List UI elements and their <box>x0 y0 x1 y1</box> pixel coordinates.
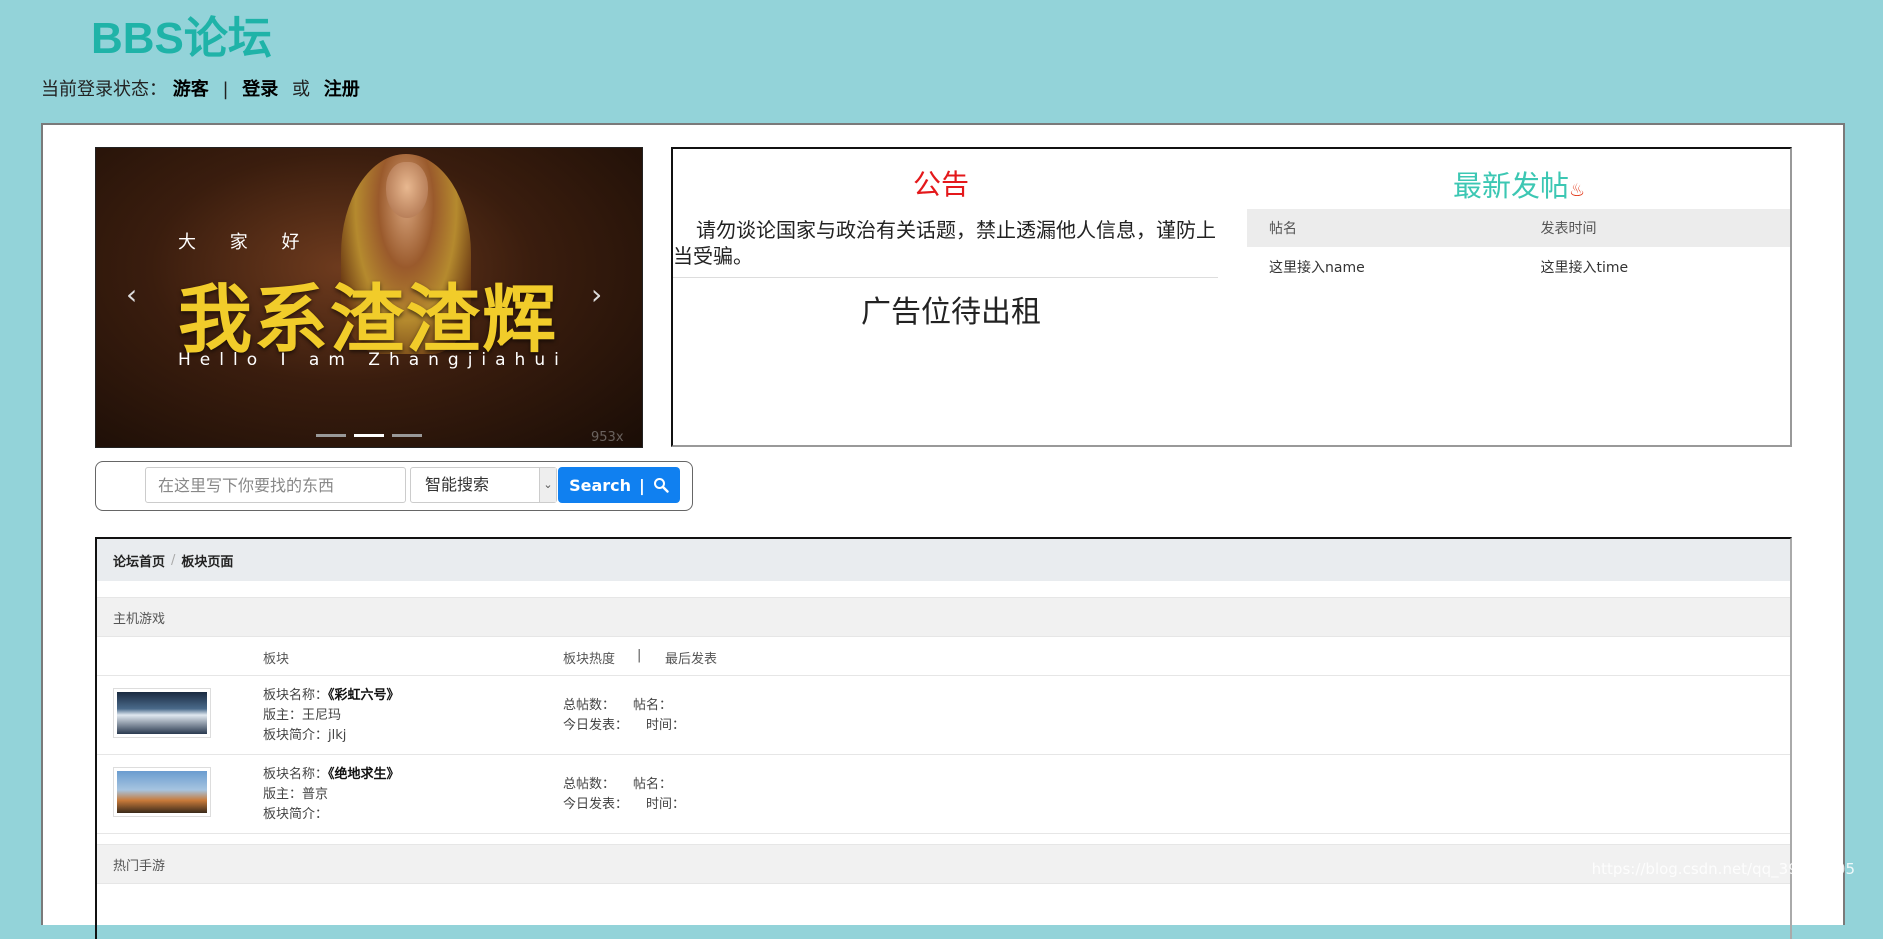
page-watermark: https://blog.csdn.net/qq_39248005 <box>1591 860 1855 878</box>
board-stats: 总帖数： 帖名： 今日发表： 时间： <box>563 775 685 815</box>
carousel-indicator-1[interactable] <box>316 434 346 437</box>
site-title: BBS论坛 <box>91 14 272 63</box>
post-time-label: 时间： <box>646 797 686 812</box>
notice-divider <box>673 277 1218 278</box>
fire-icon: ♨ <box>1569 180 1586 201</box>
search-button-separator: | <box>639 475 645 495</box>
login-link[interactable]: 登录 <box>242 79 278 100</box>
banner-greeting: 大 家 好 <box>178 232 314 253</box>
board-name-label: 板块名称： <box>263 767 329 782</box>
post-name-label: 帖名： <box>633 777 673 792</box>
moderator-name: 王尼玛 <box>302 708 342 723</box>
board-thumbnail[interactable] <box>113 688 211 738</box>
category-header: 热门手游 <box>97 844 1790 884</box>
total-posts-label: 总帖数： <box>563 777 616 792</box>
moderator-label: 版主： <box>263 787 303 802</box>
notice-title: 公告 <box>913 168 970 201</box>
search-button[interactable]: Search | <box>558 467 680 503</box>
column-header-last-post: 最后发表 <box>665 652 718 667</box>
breadcrumb-current: 板块页面 <box>181 554 234 570</box>
main-container: 大 家 好 我系渣渣辉 Hello I am Zhangjiahui ‹ › 9… <box>41 123 1845 939</box>
table-row[interactable]: 板块名称：《绝地求生》 版主：普京 板块简介： 总帖数： 帖名： 今日发表： 时间： <box>97 755 1790 834</box>
table-row[interactable]: 这里接入name 这里接入time <box>1247 247 1790 287</box>
banner-carousel[interactable]: 大 家 好 我系渣渣辉 Hello I am Zhangjiahui ‹ › 9… <box>95 147 643 448</box>
login-status-label: 当前登录状态： <box>41 79 167 100</box>
table-row[interactable]: 板块名称：《彩虹六号》 版主：王尼玛 板块简介：jlkj 总帖数： 帖名： 今日发… <box>97 676 1790 755</box>
post-name-cell[interactable]: 这里接入name <box>1247 247 1519 287</box>
post-name-label: 帖名： <box>633 698 673 713</box>
search-bar: 智能搜索 ⌄ Search | <box>95 461 693 511</box>
total-posts-label: 总帖数： <box>563 698 616 713</box>
column-header-separator: | <box>637 648 642 663</box>
column-header-post-time: 发表时间 <box>1518 209 1790 247</box>
search-mode-value: 智能搜索 <box>425 475 490 494</box>
carousel-indicators <box>316 434 422 437</box>
carousel-indicator-3[interactable] <box>392 434 422 437</box>
today-posts-label: 今日发表： <box>563 718 629 733</box>
breadcrumb-separator: / <box>171 552 176 568</box>
carousel-next-icon[interactable]: › <box>591 278 602 311</box>
carousel-prev-icon[interactable]: ‹ <box>126 278 137 311</box>
board-info: 板块名称：《绝地求生》 版主：普京 板块简介： <box>263 765 400 825</box>
latest-posts-table: 帖名 发表时间 这里接入name 这里接入time <box>1247 209 1790 287</box>
or-text: 或 <box>292 79 311 100</box>
login-status-bar: 当前登录状态： 游客 | 登录 或 注册 <box>41 75 360 101</box>
notice-panel: 公告 请勿谈论国家与政治有关话题，禁止透漏他人信息，谨防上当受骗。 广告位待出租… <box>671 147 1792 447</box>
column-header-board: 板块 <box>263 652 290 667</box>
breadcrumb-home[interactable]: 论坛首页 <box>113 551 165 570</box>
board-intro-label: 板块简介： <box>263 728 329 743</box>
table-header-row: 帖名 发表时间 <box>1247 209 1790 247</box>
board-intro: jlkj <box>328 728 347 743</box>
latest-posts-label: 最新发帖 <box>1453 169 1570 203</box>
column-header-post-name: 帖名 <box>1247 209 1519 247</box>
category-header: 主机游戏 <box>97 597 1790 637</box>
ad-placeholder: 广告位待出租 <box>861 295 1041 330</box>
board-thumbnail[interactable] <box>113 767 211 817</box>
post-time-label: 时间： <box>646 718 686 733</box>
breadcrumb: 论坛首页 / 板块页面 <box>97 539 1790 581</box>
board-stats: 总帖数： 帖名： 今日发表： 时间： <box>563 696 685 736</box>
guest-status: 游客 <box>172 79 209 100</box>
board-panel: 论坛首页 / 板块页面 主机游戏 板块 板块热度 | 最后发表 板块名称：《彩虹… <box>95 537 1792 939</box>
banner-subline: Hello I am Zhangjiahui <box>178 350 568 370</box>
column-header-heat: 板块热度 <box>563 652 616 667</box>
banner-face <box>386 162 428 218</box>
board-info: 板块名称：《彩虹六号》 版主：王尼玛 板块简介：jlkj <box>263 686 400 746</box>
board-name[interactable]: 《绝地求生》 <box>328 767 400 782</box>
search-button-label: Search <box>569 475 632 495</box>
latest-posts-title: 最新发帖♨ <box>1453 163 1585 205</box>
board-table-header: 板块 板块热度 | 最后发表 <box>97 637 1790 676</box>
moderator-label: 版主： <box>263 708 303 723</box>
post-time-cell: 这里接入time <box>1540 260 1629 276</box>
search-icon <box>653 478 669 493</box>
carousel-indicator-2[interactable] <box>354 434 384 437</box>
notice-text: 请勿谈论国家与政治有关话题，禁止透漏他人信息，谨防上当受骗。 <box>673 218 1216 268</box>
today-posts-label: 今日发表： <box>563 797 629 812</box>
search-mode-select[interactable]: 智能搜索 ⌄ <box>410 467 557 503</box>
chevron-down-icon: ⌄ <box>539 468 556 502</box>
login-separator: | <box>222 79 229 100</box>
moderator-name: 普京 <box>302 787 329 802</box>
board-intro-label: 板块简介： <box>263 807 329 822</box>
register-link[interactable]: 注册 <box>324 79 360 100</box>
board-name[interactable]: 《彩虹六号》 <box>328 688 400 703</box>
board-name-label: 板块名称： <box>263 688 329 703</box>
search-input[interactable] <box>145 467 406 503</box>
banner-watermark: 953x <box>591 430 624 445</box>
